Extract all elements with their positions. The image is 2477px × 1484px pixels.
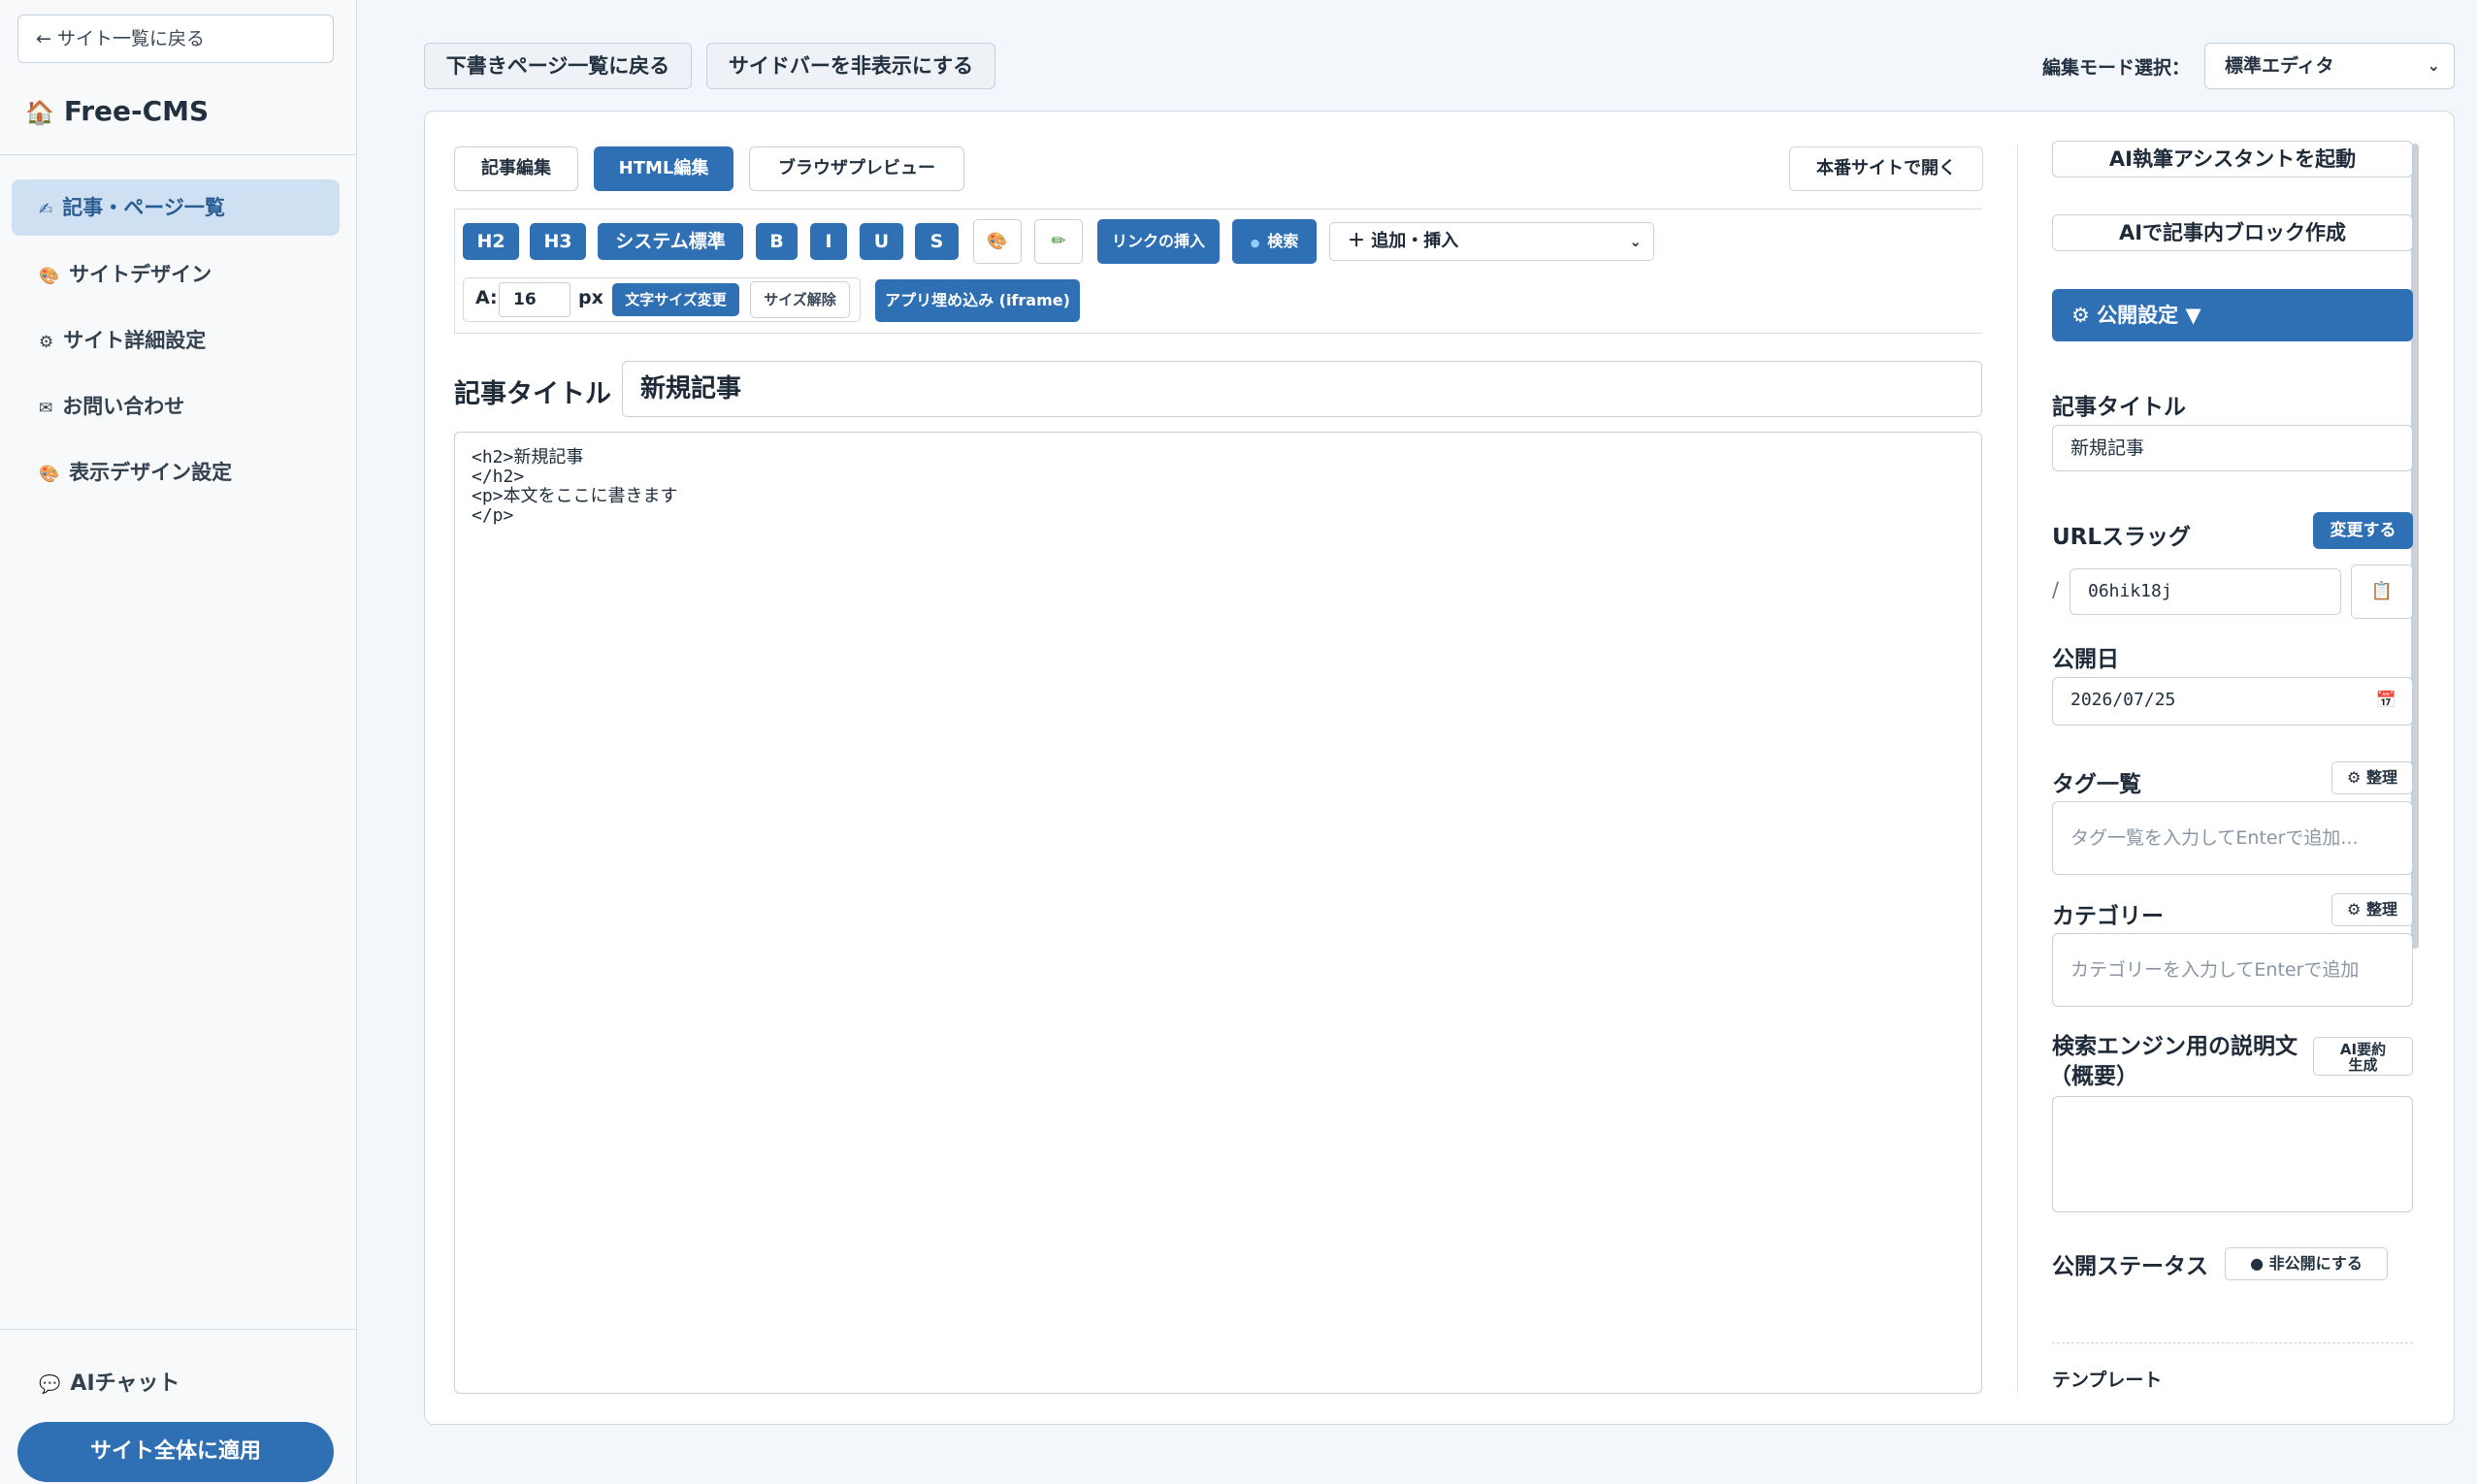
gear-icon: ⚙	[39, 333, 54, 352]
tab-browser-preview[interactable]: ブラウザプレビュー	[749, 146, 964, 191]
edit-mode-value: 標準エディタ	[2225, 55, 2334, 77]
brand-name: Free-CMS	[63, 95, 210, 127]
publish-date-value: 2026/07/25	[2070, 690, 2176, 710]
apply-site-button[interactable]: サイト全体に適用	[17, 1422, 334, 1482]
font-size-reset-button[interactable]: サイズ解除	[750, 281, 850, 318]
chevron-down-icon: ⌄	[2427, 56, 2440, 75]
code-line: <h2>新規記事	[472, 447, 584, 468]
sidebar-item-display-design[interactable]: 🎨 表示デザイン設定	[12, 444, 340, 500]
insert-link-button[interactable]: リンクの挿入	[1097, 219, 1220, 264]
sidebar-item-contact[interactable]: ✉ お問い合わせ	[12, 378, 340, 435]
strikethrough-button[interactable]: S	[915, 223, 959, 260]
tags-manage-button[interactable]: ⚙ 整理	[2331, 761, 2413, 794]
palette-icon[interactable]: 🎨	[973, 219, 1022, 264]
ai-summary-button[interactable]: AI要約 生成	[2313, 1037, 2413, 1076]
font-size-unit: px	[578, 287, 603, 308]
seo-description-sublabel: （概要）	[2049, 1064, 2138, 1089]
ai-assistant-button[interactable]: AI執筆アシスタントを起動	[2052, 141, 2413, 177]
publish-date-input[interactable]: 2026/07/25 📅	[2052, 677, 2413, 726]
ai-block-button[interactable]: AIで記事内ブロック作成	[2052, 214, 2413, 251]
brand-logo: 🏠 Free-CMS	[25, 95, 209, 127]
add-insert-select[interactable]: ＋ 追加・挿入 ⌄	[1329, 222, 1654, 261]
sidebar-item-label: サイト詳細設定	[63, 329, 207, 352]
tab-html-edit[interactable]: HTML編集	[594, 146, 733, 191]
set-private-button[interactable]: ● 非公開にする	[2225, 1247, 2388, 1280]
add-insert-label: ＋ 追加・挿入	[1348, 231, 1459, 251]
edit-mode-select[interactable]: 標準エディタ ⌄	[2204, 43, 2455, 89]
back-to-sites-button[interactable]: ← サイト一覧に戻る	[17, 15, 334, 63]
settings-title-label: 記事タイトル	[2052, 395, 2186, 420]
seo-description-label: 検索エンジン用の説明文	[2052, 1034, 2298, 1059]
calendar-icon[interactable]: 📅	[2376, 678, 2396, 723]
hide-sidebar-button[interactable]: サイドバーを非表示にする	[706, 43, 995, 89]
sidebar-item-label: 記事・ページ一覧	[62, 196, 225, 219]
underline-button[interactable]: U	[860, 223, 903, 260]
category-input[interactable]: カテゴリーを入力してEnterで追加	[2052, 933, 2413, 1007]
back-to-drafts-button[interactable]: 下書きページ一覧に戻る	[424, 43, 692, 89]
font-size-change-button[interactable]: 文字サイズ変更	[612, 283, 739, 316]
divider	[2052, 1342, 2413, 1343]
dot-icon: ●	[1250, 237, 1260, 249]
italic-button[interactable]: I	[810, 223, 847, 260]
divider	[0, 1329, 356, 1330]
speech-bubble-icon: 💬	[39, 1374, 61, 1395]
publish-status-label: 公開ステータス	[2052, 1254, 2208, 1279]
edit-mode-label: 編集モード選択：	[2042, 57, 2191, 79]
ai-chat-link[interactable]: 💬 AIチャット	[39, 1366, 179, 1397]
ai-summary-label: AI要約	[2339, 1041, 2387, 1058]
slug-change-button[interactable]: 変更する	[2313, 512, 2413, 549]
sidebar-item-label: 表示デザイン設定	[69, 461, 233, 484]
writing-icon: ✍	[39, 200, 53, 219]
chevron-down-icon: ⌄	[1629, 233, 1642, 250]
sidebar: ← サイト一覧に戻る 🏠 Free-CMS ✍ 記事・ページ一覧 🎨 サイトデザイン …	[0, 0, 357, 1484]
ai-summary-label: 生成	[2348, 1056, 2378, 1074]
sidebar-item-label: サイトデザイン	[69, 263, 212, 286]
system-default-button[interactable]: システム標準	[598, 223, 743, 260]
tags-input[interactable]: タグ一覧を入力してEnterで追加...	[2052, 801, 2413, 875]
slug-prefix: /	[2052, 578, 2060, 601]
category-manage-button[interactable]: ⚙ 整理	[2331, 893, 2413, 926]
template-label: テンプレート	[2052, 1370, 2163, 1391]
code-line: </p>	[472, 505, 514, 526]
palette-icon: 🎨	[39, 267, 60, 286]
publish-date-label: 公開日	[2052, 647, 2119, 672]
sidebar-item-site-settings[interactable]: ⚙ サイト詳細設定	[12, 312, 340, 369]
copy-icon[interactable]: 📋	[2351, 565, 2413, 619]
open-live-site-button[interactable]: 本番サイトで開く	[1789, 146, 1983, 191]
publish-settings-toggle[interactable]: ⚙ 公開設定 ▼	[2052, 289, 2413, 341]
seo-description-textarea[interactable]	[2052, 1096, 2413, 1212]
sidebar-item-articles[interactable]: ✍ 記事・ページ一覧	[12, 179, 340, 236]
font-size-input[interactable]: 16	[499, 282, 570, 317]
article-title-input[interactable]: 新規記事	[622, 361, 1982, 417]
article-title-label: 記事タイトル	[454, 379, 611, 409]
search-button[interactable]: ● 検索	[1232, 219, 1317, 264]
h3-button[interactable]: H3	[530, 223, 586, 260]
envelope-icon: ✉	[39, 399, 53, 418]
url-slug-label: URLスラッグ	[2052, 525, 2192, 550]
bold-button[interactable]: B	[756, 223, 798, 260]
html-code-editor[interactable]: <h2>新規記事 </h2> <p>本文をここに書きます </p>	[454, 432, 1982, 1394]
code-line: <p>本文をここに書きます	[472, 486, 678, 506]
ai-chat-label: AIチャット	[70, 1371, 180, 1396]
divider	[0, 154, 356, 155]
iframe-embed-button[interactable]: アプリ埋め込み (iframe)	[875, 279, 1080, 322]
slug-input[interactable]: 06hik18j	[2070, 568, 2341, 615]
search-label: 検索	[1267, 232, 1299, 250]
sidebar-item-site-design[interactable]: 🎨 サイトデザイン	[12, 246, 340, 303]
tags-label: タグ一覧	[2052, 772, 2141, 797]
divider	[2017, 144, 2018, 1393]
settings-title-input[interactable]: 新規記事	[2052, 425, 2413, 471]
tab-article-edit[interactable]: 記事編集	[454, 146, 578, 191]
sidebar-item-label: お問い合わせ	[62, 395, 185, 418]
font-size-label: A:	[475, 287, 498, 308]
code-line: </h2>	[472, 467, 525, 487]
palette-icon: 🎨	[39, 465, 60, 484]
category-label: カテゴリー	[2052, 904, 2164, 929]
pencil-icon[interactable]: ✏	[1034, 219, 1083, 264]
house-icon: 🏠	[25, 99, 54, 126]
h2-button[interactable]: H2	[463, 223, 519, 260]
